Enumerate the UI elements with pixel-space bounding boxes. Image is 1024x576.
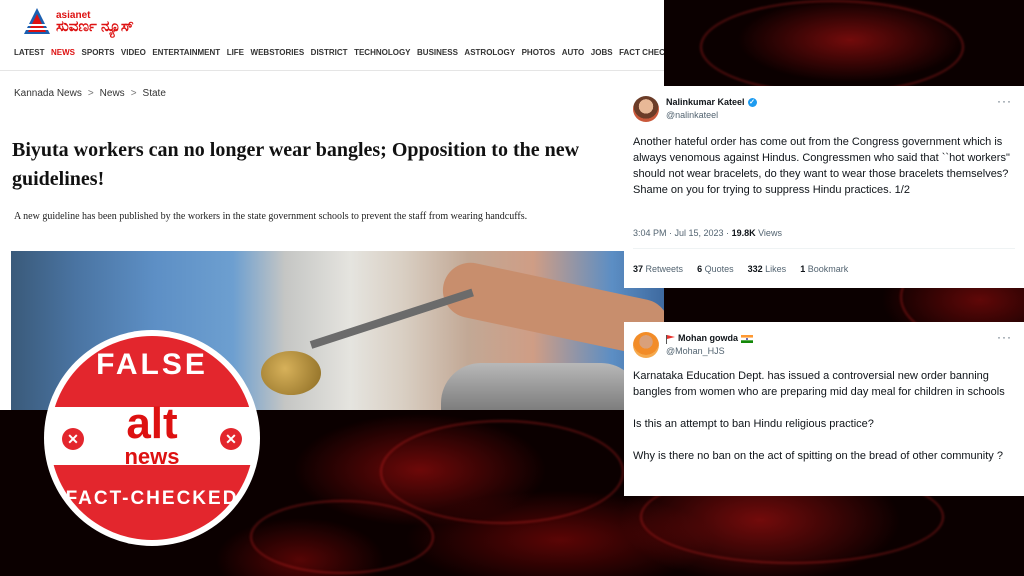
tweet-stats: 37 Retweets 6 Quotes 332 Likes 1 Bookmar… bbox=[633, 264, 848, 274]
author-name-text: Nalinkumar Kateel bbox=[666, 97, 745, 107]
india-flag-icon bbox=[741, 334, 753, 343]
stat-label: Bookmark bbox=[807, 264, 849, 274]
breadcrumb-item[interactable]: News bbox=[100, 88, 125, 99]
breadcrumb: Kannada News > News > State bbox=[14, 88, 166, 99]
breadcrumb-item[interactable]: Kannada News bbox=[14, 88, 82, 99]
tweet-views-count: 19.8K bbox=[731, 228, 756, 238]
nav-item-astrology[interactable]: ASTROLOGY bbox=[464, 48, 515, 57]
tweet-text: Another hateful order has come out from … bbox=[633, 136, 1010, 196]
nav-item-fact-check[interactable]: FACT CHECK bbox=[619, 48, 664, 57]
nav-item-entertainment[interactable]: ENTERTAINMENT bbox=[152, 48, 220, 57]
nav-divider bbox=[0, 70, 664, 71]
nav-item-technology[interactable]: TECHNOLOGY bbox=[354, 48, 410, 57]
nav-item-auto[interactable]: AUTO bbox=[562, 48, 585, 57]
tweet-author-name[interactable]: Mohan gowda bbox=[666, 333, 753, 344]
photo-pot bbox=[441, 363, 641, 410]
nav-item-business[interactable]: BUSINESS bbox=[417, 48, 458, 57]
tweet-stat-bookmarks[interactable]: 1 Bookmark bbox=[800, 264, 848, 274]
tweet-author-handle[interactable]: @nalinkateel bbox=[666, 110, 718, 120]
verified-badge-icon: ✓ bbox=[747, 97, 757, 107]
tweet-divider bbox=[633, 248, 1015, 249]
tweet-stat-likes[interactable]: 332 Likes bbox=[748, 264, 787, 274]
stat-label: Likes bbox=[765, 264, 787, 274]
avatar[interactable] bbox=[633, 96, 659, 122]
author-name-text: Mohan gowda bbox=[678, 333, 738, 343]
close-icon: ✕ bbox=[62, 428, 84, 450]
logo-icon bbox=[22, 6, 52, 36]
nav-item-photos[interactable]: PHOTOS bbox=[522, 48, 556, 57]
tweet-card-mohan[interactable]: Mohan gowda @Mohan_HJS ··· Karnataka Edu… bbox=[624, 322, 1024, 496]
tweet-stat-retweets[interactable]: 37 Retweets bbox=[633, 264, 683, 274]
stat-label: Quotes bbox=[704, 264, 734, 274]
tweet-author-name[interactable]: Nalinkumar Kateel ✓ bbox=[666, 97, 757, 107]
tweet-views-label: Views bbox=[755, 228, 782, 238]
tweet-stat-quotes[interactable]: 6 Quotes bbox=[697, 264, 734, 274]
breadcrumb-separator: > bbox=[130, 88, 137, 99]
tweet-meta: 3:04 PM · Jul 15, 2023 · 19.8K Views bbox=[633, 228, 782, 238]
smoke-swirl bbox=[700, 0, 964, 94]
nav-item-jobs[interactable]: JOBS bbox=[591, 48, 613, 57]
breadcrumb-item[interactable]: State bbox=[143, 88, 166, 99]
site-logo[interactable]: asianet ಸುವರ್ಣ ನ್ಯೂಸ್ bbox=[22, 6, 134, 36]
nav-item-sports[interactable]: SPORTS bbox=[82, 48, 115, 57]
nav-item-webstories[interactable]: WEBSTORIES bbox=[251, 48, 305, 57]
badge-fact-checked-label: FACT-CHECKED bbox=[65, 488, 239, 509]
top-navigation: LATEST NEWS SPORTS VIDEO ENTERTAINMENT LIFE WE… bbox=[14, 48, 664, 57]
fact-check-badge: FALSE alt news FACT-CHECKED ✕ ✕ bbox=[44, 330, 260, 546]
nav-item-latest[interactable]: LATEST bbox=[14, 48, 45, 57]
nav-item-video[interactable]: VIDEO bbox=[121, 48, 146, 57]
more-horizontal-icon[interactable]: ··· bbox=[997, 94, 1012, 108]
tweet-text: Karnataka Education Dept. has issued a c… bbox=[633, 370, 1005, 462]
nav-item-life[interactable]: LIFE bbox=[227, 48, 244, 57]
stat-count: 1 bbox=[800, 264, 806, 274]
tweet-author-handle[interactable]: @Mohan_HJS bbox=[666, 346, 725, 356]
article-headline: Biyuta workers can no longer wear bangle… bbox=[12, 139, 580, 190]
logo-line2: ಸುವರ್ಣ ನ್ಯೂಸ್ bbox=[56, 18, 134, 35]
close-icon: ✕ bbox=[220, 428, 242, 450]
article-summary: A new guideline has been published by th… bbox=[14, 211, 528, 222]
nav-item-news[interactable]: NEWS bbox=[51, 48, 75, 57]
nav-item-district[interactable]: DISTRICT bbox=[311, 48, 348, 57]
stat-count: 37 bbox=[633, 264, 644, 274]
breadcrumb-separator: > bbox=[87, 88, 94, 99]
photo-ladle-handle bbox=[309, 288, 474, 349]
stat-label: Retweets bbox=[645, 264, 684, 274]
tweet-card-nalinkumar[interactable]: Nalinkumar Kateel ✓ @nalinkateel ··· Ano… bbox=[624, 86, 1024, 288]
stat-count: 6 bbox=[697, 264, 703, 274]
photo-ladle bbox=[261, 351, 321, 395]
tweet-timestamp[interactable]: 3:04 PM · Jul 15, 2023 · bbox=[633, 228, 732, 238]
badge-false-label: FALSE bbox=[96, 348, 208, 381]
stat-count: 332 bbox=[747, 264, 763, 274]
more-horizontal-icon[interactable]: ··· bbox=[997, 330, 1012, 344]
avatar[interactable] bbox=[633, 332, 659, 358]
smoke-swirl bbox=[380, 420, 624, 524]
flag-icon bbox=[666, 334, 675, 344]
smoke-swirl bbox=[250, 500, 434, 574]
